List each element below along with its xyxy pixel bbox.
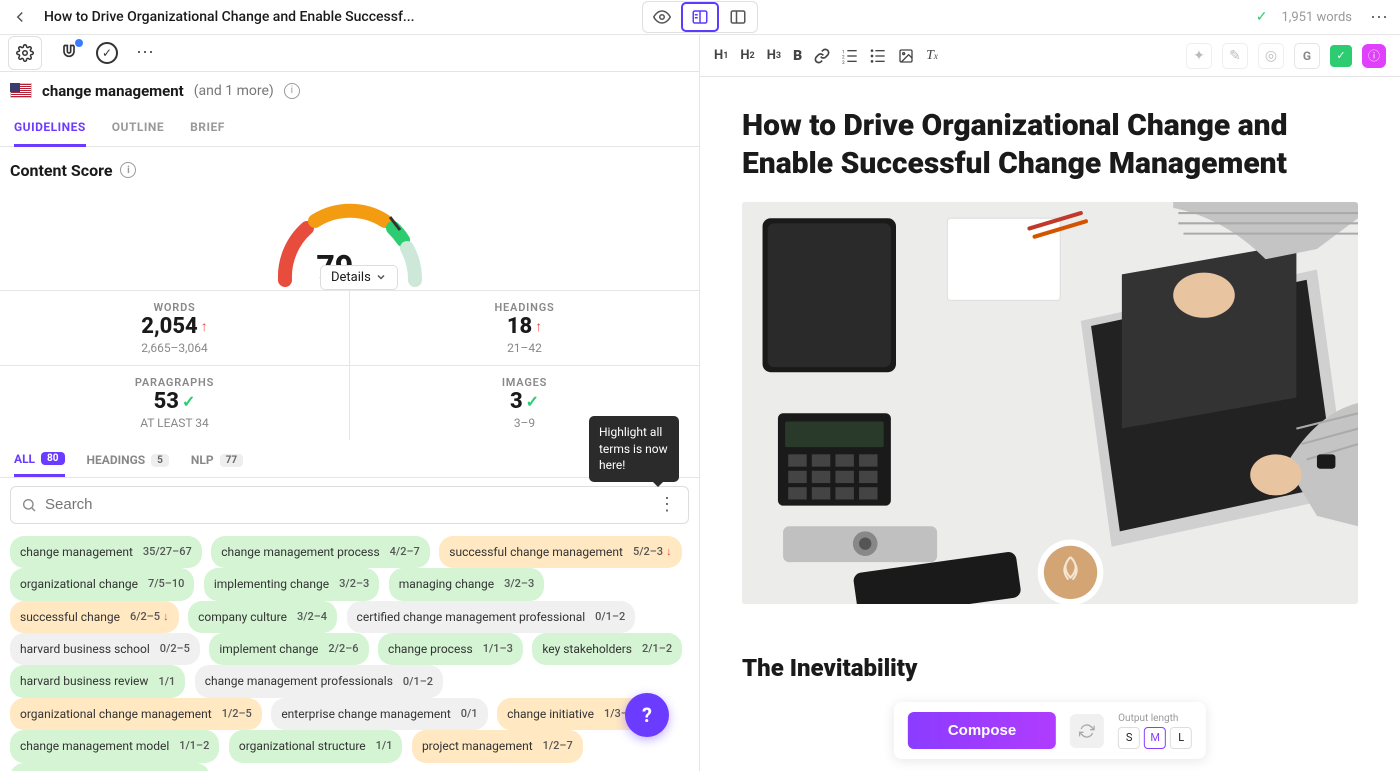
- shield-icon[interactable]: ✓: [1330, 45, 1352, 67]
- keyword-main: change management: [42, 82, 184, 100]
- output-length-label: Output length: [1118, 713, 1192, 724]
- link-button[interactable]: [814, 48, 830, 64]
- check-icon: ✓: [526, 392, 539, 411]
- image-button[interactable]: [898, 48, 914, 64]
- notification-dot: [75, 39, 83, 47]
- view-mode-switch: [642, 1, 758, 33]
- size-m-button[interactable]: M: [1144, 727, 1166, 749]
- us-flag-icon: [10, 83, 32, 98]
- term-chip[interactable]: company culture3/2–4: [188, 601, 337, 633]
- term-chip[interactable]: key stakeholders2/1–2: [532, 633, 682, 665]
- term-search[interactable]: ⋮: [10, 486, 689, 524]
- term-chip[interactable]: enterprise change management0/1: [271, 698, 487, 730]
- bold-button[interactable]: B: [793, 48, 802, 64]
- term-chip[interactable]: implementing change3/2–3: [204, 568, 379, 600]
- ai-button[interactable]: ✦: [1186, 43, 1212, 69]
- highlight-tooltip: Highlight all terms is now here!: [589, 416, 679, 482]
- search-input[interactable]: [45, 496, 656, 513]
- compose-toolbar: Compose Output length S M L: [894, 702, 1206, 759]
- svg-text:1: 1: [842, 49, 845, 55]
- grammarly-button[interactable]: G: [1294, 43, 1320, 69]
- check-icon: ✓: [182, 392, 195, 411]
- size-l-button[interactable]: L: [1170, 727, 1192, 749]
- edit-button[interactable]: ✎: [1222, 43, 1248, 69]
- content-score-info-icon[interactable]: i: [120, 162, 136, 178]
- svg-text:3: 3: [842, 60, 845, 64]
- keyword-more: (and 1 more): [194, 83, 274, 99]
- back-arrow-icon[interactable]: [8, 5, 32, 29]
- search-icon: [21, 497, 37, 513]
- help-button[interactable]: ?: [625, 693, 669, 737]
- size-s-button[interactable]: S: [1118, 727, 1140, 749]
- target-button[interactable]: ◎: [1258, 43, 1284, 69]
- save-status-icon: ✓: [1256, 9, 1268, 25]
- document-title: How to Drive Organizational Change and E…: [44, 9, 415, 25]
- term-chip[interactable]: organizational change management1/2–5: [10, 698, 262, 730]
- view-mode-split[interactable]: [681, 2, 719, 32]
- more-menu-button[interactable]: ⋯: [128, 42, 162, 63]
- term-chip[interactable]: organizational structure1/1: [229, 730, 403, 762]
- article-title[interactable]: How to Drive Organizational Change and E…: [742, 107, 1358, 182]
- term-chip[interactable]: harvard business review1/1: [10, 665, 185, 697]
- magnet-button[interactable]: [52, 36, 86, 70]
- term-chip[interactable]: successful change6/2–5↓: [10, 601, 179, 633]
- term-chip[interactable]: change management model1/1–2: [10, 730, 219, 762]
- tab-guidelines[interactable]: GUIDELINES: [14, 110, 86, 147]
- term-chip[interactable]: project management1/2–7: [412, 730, 583, 762]
- clear-format-button[interactable]: Tx: [926, 48, 938, 64]
- svg-text:2: 2: [842, 54, 845, 60]
- settings-button[interactable]: [8, 36, 42, 70]
- h3-button[interactable]: H3: [767, 48, 781, 63]
- term-chip[interactable]: managing change3/2–3: [389, 568, 544, 600]
- view-mode-preview[interactable]: [643, 2, 681, 32]
- arrow-up-icon: ↑: [201, 318, 208, 335]
- h1-button[interactable]: H1: [714, 48, 728, 63]
- content-score-title: Content Score i: [10, 161, 689, 180]
- term-chip[interactable]: organizational change7/5–10: [10, 568, 194, 600]
- term-chip[interactable]: certified change management professional…: [347, 601, 636, 633]
- term-chip[interactable]: effectively managing change1/1: [10, 763, 210, 771]
- subtab-nlp[interactable]: NLP77: [191, 452, 243, 469]
- doc-menu-button[interactable]: ⋯: [1366, 7, 1392, 28]
- term-chip[interactable]: change management process4/2–7: [211, 536, 430, 568]
- bullet-list-button[interactable]: [870, 48, 886, 64]
- arrow-up-icon: ↑: [535, 318, 542, 335]
- stat-headings: HEADINGS 18↑ 21–42: [350, 291, 699, 365]
- details-button[interactable]: Details: [320, 265, 398, 290]
- view-mode-editor[interactable]: [719, 2, 757, 32]
- term-chip[interactable]: implement change2/2–6: [209, 633, 368, 665]
- regenerate-button[interactable]: [1070, 714, 1104, 748]
- compose-button[interactable]: Compose: [908, 712, 1056, 749]
- info-badge[interactable]: ⓘ: [1362, 44, 1386, 68]
- keyword-info-icon[interactable]: i: [284, 83, 300, 99]
- stat-words: WORDS 2,054↑ 2,665–3,064: [0, 291, 350, 365]
- tab-outline[interactable]: OUTLINE: [112, 110, 164, 146]
- term-list: change management35/27–67 change managem…: [0, 532, 699, 771]
- term-chip[interactable]: change process1/1–3: [378, 633, 523, 665]
- subtab-headings[interactable]: HEADINGS5: [87, 452, 169, 469]
- ordered-list-button[interactable]: 123: [842, 48, 858, 64]
- term-chip[interactable]: harvard business school0/2–5: [10, 633, 200, 665]
- stat-paragraphs: PARAGRAPHS 53✓ AT LEAST 34: [0, 366, 350, 440]
- h2-button[interactable]: H2: [740, 48, 754, 63]
- hero-image[interactable]: [742, 202, 1358, 604]
- term-chip[interactable]: successful change management5/2–3↓: [439, 536, 681, 568]
- subtab-all[interactable]: ALL80: [14, 452, 65, 477]
- search-menu-button[interactable]: ⋮: [656, 494, 678, 515]
- word-count: 1,951 words: [1281, 10, 1352, 25]
- term-chip[interactable]: change management35/27–67: [10, 536, 202, 568]
- tab-brief[interactable]: BRIEF: [190, 110, 225, 146]
- check-status-icon[interactable]: [96, 42, 118, 64]
- article-h2[interactable]: The Inevitability: [742, 654, 1358, 682]
- term-chip[interactable]: change management professionals0/1–2: [195, 665, 443, 697]
